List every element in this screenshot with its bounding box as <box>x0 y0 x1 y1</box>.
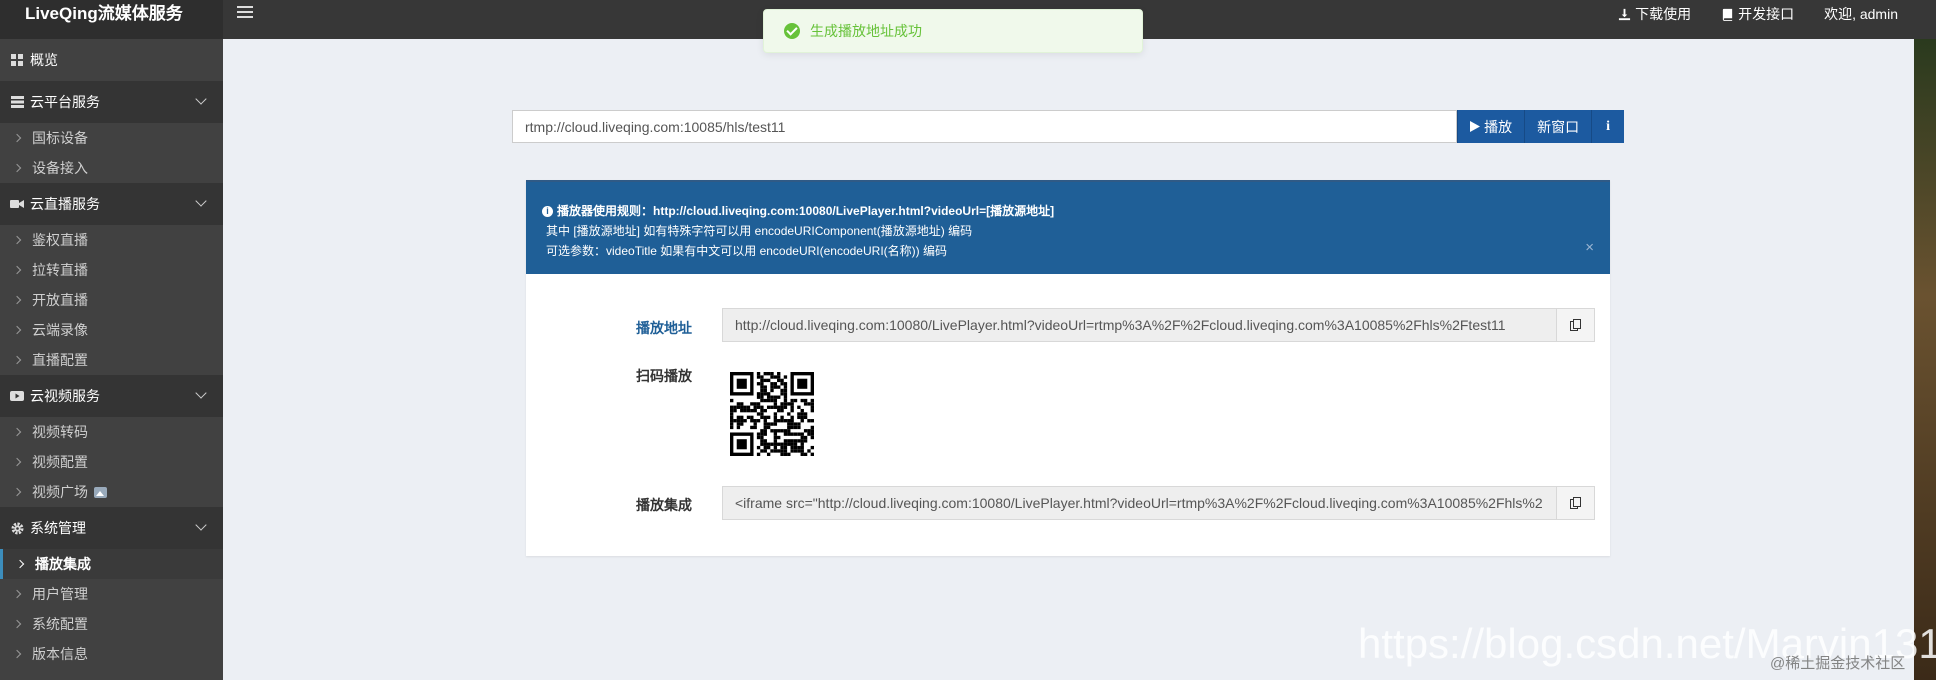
download-link[interactable]: 下载使用 <box>1618 4 1691 24</box>
new-window-button[interactable]: 新窗口 <box>1524 110 1592 143</box>
youtube-play-icon <box>10 389 24 403</box>
chevron-right-icon <box>12 355 22 365</box>
rules-line-1: 播放器使用规则：http://cloud.liveqing.com:10080/… <box>557 204 1055 218</box>
video-camera-icon <box>10 197 24 211</box>
copy-play-address-button[interactable] <box>1556 309 1594 341</box>
play-address-value[interactable]: http://cloud.liveqing.com:10080/LivePlay… <box>723 317 1556 333</box>
copy-icon <box>1569 497 1581 509</box>
copy-embed-button[interactable] <box>1556 487 1594 519</box>
chevron-down-icon <box>195 387 207 399</box>
sidebar-item-system-config[interactable]: 系统配置 <box>0 609 223 639</box>
chevron-right-icon <box>12 427 22 437</box>
background-strip <box>1914 39 1936 680</box>
check-circle-icon <box>784 23 800 39</box>
image-icon <box>94 486 107 498</box>
chevron-right-icon <box>12 487 22 497</box>
chevron-down-icon <box>195 93 207 105</box>
sidebar-item-open-live[interactable]: 开放直播 <box>0 285 223 315</box>
sidebar-group-cloud-video[interactable]: 云视频服务 <box>0 375 223 417</box>
brand-logo[interactable]: LiveQing流媒体服务 <box>0 0 223 39</box>
sidebar-item-live-config[interactable]: 直播配置 <box>0 345 223 375</box>
rules-line-3: 可选参数：videoTitle 如果有中文可以用 encodeURI(encod… <box>546 244 947 258</box>
qr-code-image <box>730 372 814 456</box>
sidebar-item-cloud-record[interactable]: 云端录像 <box>0 315 223 345</box>
stream-url-input[interactable]: rtmp://cloud.liveqing.com:10085/hls/test… <box>512 110 1458 143</box>
sidebar-item-device-access[interactable]: 设备接入 <box>0 153 223 183</box>
chevron-right-icon <box>12 133 22 143</box>
chevron-right-icon <box>12 265 22 275</box>
toast-message: 生成播放地址成功 <box>810 23 922 39</box>
play-address-field: http://cloud.liveqing.com:10080/LivePlay… <box>722 308 1595 342</box>
success-toast: 生成播放地址成功 <box>763 9 1143 53</box>
embed-label: 播放集成 <box>636 497 692 513</box>
book-icon <box>1722 8 1733 21</box>
user-menu[interactable]: 欢迎, admin <box>1824 4 1898 24</box>
embed-field: <iframe src="http://cloud.liveqing.com:1… <box>722 486 1595 520</box>
chevron-right-icon <box>12 163 22 173</box>
sidebar-item-auth-live[interactable]: 鉴权直播 <box>0 225 223 255</box>
chevron-down-icon <box>195 519 207 531</box>
sidebar-toggle-icon[interactable] <box>237 6 253 20</box>
chevron-right-icon <box>15 559 25 569</box>
sidebar-item-overview[interactable]: 概览 <box>0 39 223 81</box>
sidebar-group-system[interactable]: 系统管理 <box>0 507 223 549</box>
sidebar-item-user-management[interactable]: 用户管理 <box>0 579 223 609</box>
watermark-community: @稀土掘金技术社区 <box>1770 655 1906 672</box>
server-icon <box>10 95 24 109</box>
chevron-right-icon <box>12 589 22 599</box>
sidebar-item-play-integration[interactable]: 播放集成 <box>0 549 223 579</box>
chevron-right-icon <box>12 619 22 629</box>
sidebar: 概览 云平台服务 国标设备 设备接入 云直播服务 鉴权直播 拉转直播 开放直播 … <box>0 39 223 680</box>
chevron-down-icon <box>195 195 207 207</box>
sidebar-item-video-square[interactable]: 视频广场 <box>0 477 223 507</box>
gear-icon <box>10 521 24 535</box>
chevron-right-icon <box>12 325 22 335</box>
sidebar-item-gb-device[interactable]: 国标设备 <box>0 123 223 153</box>
chevron-right-icon <box>12 649 22 659</box>
sidebar-item-video-config[interactable]: 视频配置 <box>0 447 223 477</box>
dashboard-icon <box>10 53 24 67</box>
sidebar-item-version-info[interactable]: 版本信息 <box>0 639 223 669</box>
sidebar-item-pull-live[interactable]: 拉转直播 <box>0 255 223 285</box>
scan-play-label: 扫码播放 <box>636 368 692 384</box>
api-docs-link[interactable]: 开发接口 <box>1721 4 1794 24</box>
integration-panel: i 播放器使用规则：http://cloud.liveqing.com:1008… <box>526 180 1610 556</box>
chevron-right-icon <box>12 235 22 245</box>
rules-line-2: 其中 [播放源地址] 如有特殊字符可以用 encodeURIComponent(… <box>546 224 973 238</box>
play-icon <box>1470 121 1481 132</box>
usage-rules-alert: i 播放器使用规则：http://cloud.liveqing.com:1008… <box>526 180 1610 274</box>
info-button[interactable]: i <box>1591 110 1624 143</box>
url-bar: rtmp://cloud.liveqing.com:10085/hls/test… <box>512 110 1624 143</box>
chevron-right-icon <box>12 295 22 305</box>
embed-value[interactable]: <iframe src="http://cloud.liveqing.com:1… <box>723 495 1556 511</box>
sidebar-item-video-transcode[interactable]: 视频转码 <box>0 417 223 447</box>
download-icon <box>1619 8 1631 20</box>
copy-icon <box>1569 319 1581 331</box>
play-button[interactable]: 播放 <box>1457 110 1525 143</box>
play-address-label: 播放地址 <box>636 320 692 336</box>
close-icon[interactable]: × <box>1585 238 1594 258</box>
sidebar-group-cloud-live[interactable]: 云直播服务 <box>0 183 223 225</box>
info-circle-icon: i <box>542 205 553 217</box>
info-icon: i <box>1606 118 1610 134</box>
top-links: 下载使用 开发接口 欢迎, admin <box>1618 0 1898 28</box>
chevron-right-icon <box>12 457 22 467</box>
sidebar-group-cloud-platform[interactable]: 云平台服务 <box>0 81 223 123</box>
